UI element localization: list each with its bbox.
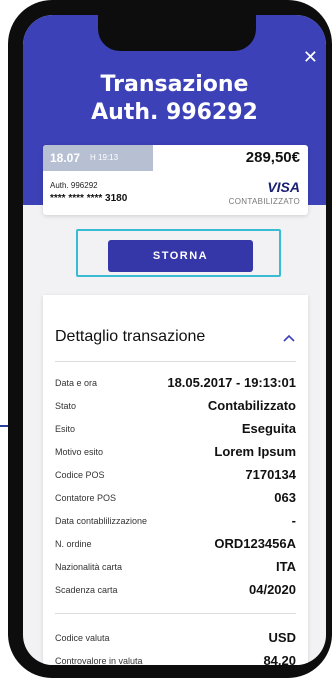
row-motivo-esito: Motivo esito Lorem Ipsum xyxy=(55,444,296,464)
row-n-ordine: N. ordine ORD123456A xyxy=(55,536,296,556)
row-value: 84,20 xyxy=(263,653,296,665)
status-badge: CONTABILIZZATO xyxy=(228,197,300,206)
row-value: ITA xyxy=(276,559,296,574)
details-title: Dettaglio transazione xyxy=(55,328,206,345)
row-label: Nazionalità carta xyxy=(55,562,123,572)
row-label: Controvalore in valuta xyxy=(55,656,143,665)
row-value: 04/2020 xyxy=(249,582,296,597)
row-value: 18.05.2017 - 19:13:01 xyxy=(167,375,296,390)
divider xyxy=(55,361,296,362)
row-label: Motivo esito xyxy=(55,447,104,457)
row-label: Stato xyxy=(55,401,77,411)
row-value: - xyxy=(291,513,296,528)
phone-frame: ✕ Transazione Auth. 996292 18.07 H 19:13… xyxy=(8,0,332,678)
screen: ✕ Transazione Auth. 996292 18.07 H 19:13… xyxy=(23,15,326,665)
row-value: 7170134 xyxy=(245,467,296,482)
close-icon[interactable]: ✕ xyxy=(303,49,318,67)
storna-button[interactable]: STORNA xyxy=(108,240,253,272)
row-label: Data contablilizzazione xyxy=(55,516,148,526)
row-label: Esito xyxy=(55,424,76,434)
chevron-up-icon[interactable] xyxy=(282,331,296,345)
row-value: Contabilizzato xyxy=(207,398,296,413)
details-panel: Dettaglio transazione Data e ora 18.05.2… xyxy=(43,295,308,665)
title-line-2: Auth. 996292 xyxy=(91,100,258,125)
row-scadenza-carta: Scadenza carta 04/2020 xyxy=(55,582,296,602)
card-top: 18.07 H 19:13 289,50€ xyxy=(43,145,308,171)
auth-code: Auth. 996292 xyxy=(50,181,98,190)
time-label: H 19:13 xyxy=(90,153,119,162)
row-codice-valuta: Codice valuta USD xyxy=(55,630,296,650)
row-label: Codice POS xyxy=(55,470,105,480)
row-value: ORD123456A xyxy=(214,536,296,551)
title-line-1: Transazione xyxy=(100,72,249,97)
row-label: Contatore POS xyxy=(55,493,117,503)
row-value: Lorem Ipsum xyxy=(214,444,296,459)
visa-logo: VISA xyxy=(267,179,300,195)
row-value: 063 xyxy=(274,490,296,505)
date-label: 18.07 xyxy=(50,151,81,165)
row-label: N. ordine xyxy=(55,539,92,549)
row-label: Codice valuta xyxy=(55,633,110,643)
row-data-contabilizzazione: Data contablilizzazione - xyxy=(55,513,296,533)
row-stato: Stato Contabilizzato xyxy=(55,398,296,418)
transaction-card: 18.07 H 19:13 289,50€ Auth. 996292 **** … xyxy=(43,145,308,215)
row-codice-pos: Codice POS 7170134 xyxy=(55,467,296,487)
row-value: USD xyxy=(268,630,296,645)
row-nazionalita-carta: Nazionalità carta ITA xyxy=(55,559,296,579)
date-badge: 18.07 H 19:13 xyxy=(43,145,153,171)
row-value: Eseguita xyxy=(241,421,296,436)
notch xyxy=(98,15,256,51)
row-contatore-pos: Contatore POS 063 xyxy=(55,490,296,510)
row-esito: Esito Eseguita xyxy=(55,421,296,441)
card-number: **** **** **** 3180 xyxy=(50,193,128,204)
row-label: Data e ora xyxy=(55,378,98,388)
row-label: Scadenza carta xyxy=(55,585,118,595)
page-title: Transazione Auth. 996292 xyxy=(23,71,326,127)
amount: 289,50€ xyxy=(245,149,300,166)
row-controvalore: Controvalore in valuta 84,20 xyxy=(55,653,296,665)
row-data-ora: Data e ora 18.05.2017 - 19:13:01 xyxy=(55,375,296,395)
divider xyxy=(55,613,296,614)
